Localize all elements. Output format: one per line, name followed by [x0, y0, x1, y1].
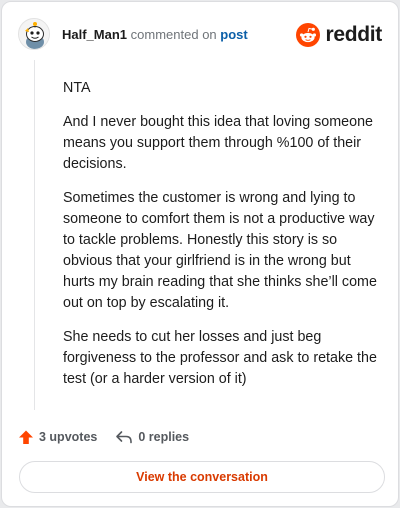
- commented-on-text: commented on: [130, 27, 217, 42]
- comment-header: Half_Man1 commented on post reddit: [18, 18, 382, 52]
- reddit-logo-icon: [296, 23, 321, 47]
- view-conversation-button[interactable]: View the conversation: [19, 461, 385, 493]
- comment-paragraph: She needs to cut her losses and just beg…: [63, 329, 377, 387]
- username[interactable]: Half_Man1: [62, 27, 127, 42]
- upvotes-count: 3 upvotes: [39, 430, 98, 444]
- comment-card: Half_Man1 commented on post reddit NTA A…: [1, 1, 399, 507]
- post-link[interactable]: post: [220, 27, 247, 42]
- comment-actions: 3 upvotes 0 replies: [18, 426, 207, 448]
- reply-arrow-icon: [116, 431, 133, 444]
- reddit-logo[interactable]: reddit: [296, 22, 382, 48]
- thread-line: [34, 60, 35, 410]
- comment-paragraph: And I never bought this idea that loving…: [63, 114, 373, 172]
- comment-meta: Half_Man1 commented on post: [62, 27, 248, 43]
- comment-paragraph: NTA: [63, 80, 91, 96]
- comment-body: NTA And I never bought this idea that lo…: [63, 78, 381, 403]
- upvote-button[interactable]: 3 upvotes: [18, 429, 97, 445]
- avatar[interactable]: [18, 18, 50, 50]
- replies-count: 0 replies: [138, 430, 190, 444]
- avatar-icon: [19, 19, 49, 49]
- comment-paragraph: Sometimes the customer is wrong and lyin…: [63, 190, 377, 311]
- upvote-arrow-icon: [19, 430, 33, 444]
- replies-button[interactable]: 0 replies: [115, 429, 189, 445]
- reddit-wordmark: reddit: [325, 23, 382, 46]
